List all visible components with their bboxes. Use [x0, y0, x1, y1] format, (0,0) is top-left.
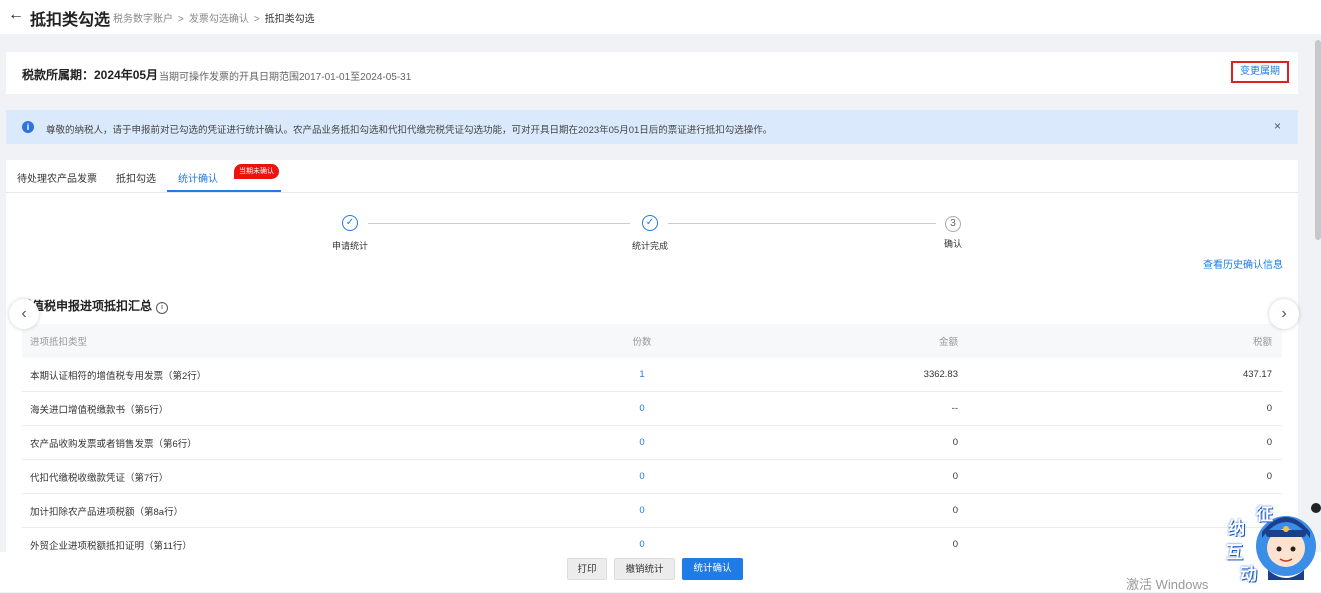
row-amount: 0	[952, 437, 958, 448]
row-tax: 0	[1266, 437, 1272, 448]
status-badge: 当期未确认	[234, 164, 279, 179]
table-row: 加计扣除农产品进项税额（第8a行） 0 0	[22, 494, 1282, 528]
tab-statistics-confirm[interactable]: 统计确认	[178, 170, 218, 185]
chevron-left-icon[interactable]: ‹	[9, 299, 39, 329]
row-type: 本期认证相符的增值税专用发票（第2行）	[30, 370, 207, 382]
step-3-label: 确认	[944, 239, 963, 249]
top-header: ← 抵扣类勾选 税务数字账户 > 发票勾选确认 > 抵扣类勾选	[0, 0, 1321, 34]
row-amount: 0	[952, 539, 958, 550]
chevron-right-icon[interactable]: ›	[1269, 299, 1299, 329]
page-scrollbar[interactable]	[1315, 40, 1321, 240]
row-type: 加计扣除农产品进项税额（第8a行）	[30, 506, 184, 518]
row-count-link[interactable]: 1	[582, 358, 702, 391]
page-title: 抵扣类勾选	[30, 12, 111, 29]
breadcrumb-item-tax-account[interactable]: 税务数字账户	[113, 14, 173, 25]
info-icon: i	[22, 121, 34, 133]
row-amount: 3362.83	[923, 369, 958, 380]
step-2-label: 统计完成	[632, 241, 669, 251]
row-amount: 0	[952, 505, 958, 516]
section-title: 增值税申报进项抵扣汇总 i	[20, 297, 169, 314]
tab-deduction-select[interactable]: 抵扣勾选	[116, 170, 156, 185]
row-count-link[interactable]: 0	[582, 392, 702, 425]
cancel-statistics-button[interactable]: 撤销统计	[614, 558, 675, 580]
breadcrumb: 税务数字账户 > 发票勾选确认 > 抵扣类勾选	[113, 10, 315, 25]
column-header-tax: 税额	[1252, 337, 1272, 348]
tax-period-panel: 税款所属期：2024年05月 当期可操作发票的开具日期范围2017-01-01至…	[6, 52, 1298, 94]
table-row: 海关进口增值税缴款书（第5行） 0 -- 0	[22, 392, 1282, 426]
table-row: 代扣代缴税收缴款凭证（第7行） 0 0 0	[22, 460, 1282, 494]
column-header-type: 进项抵扣类型	[30, 337, 88, 348]
step-1-label: 申请统计	[332, 241, 369, 251]
row-amount: 0	[952, 471, 958, 482]
row-type: 代扣代缴税收缴款凭证（第7行）	[30, 472, 169, 484]
table-row: 农产品收购发票或者销售发票（第6行） 0 0 0	[22, 426, 1282, 460]
row-count-link[interactable]: 0	[582, 460, 702, 493]
breadcrumb-separator: >	[178, 14, 184, 25]
row-count-link[interactable]: 0	[582, 494, 702, 527]
table-header: 进项抵扣类型 份数 金额 税额	[22, 324, 1282, 358]
row-tax: 0	[1266, 403, 1272, 414]
mascot-char: 征	[1256, 505, 1273, 524]
alert-text: 尊敬的纳税人，请于申报前对已勾选的凭证进行统计确认。农产品业务抵扣勾选和代扣代缴…	[46, 125, 773, 136]
step-1-check-icon: ✓	[342, 215, 358, 231]
active-tab-indicator	[167, 190, 281, 192]
invoice-date-range: 当期可操作发票的开具日期范围2017-01-01至2024-05-31	[159, 72, 412, 83]
tax-period-label: 税款所属期：2024年05月	[22, 68, 159, 82]
deduction-summary-table: 进项抵扣类型 份数 金额 税额 本期认证相符的增值税专用发票（第2行） 1 33…	[22, 324, 1282, 552]
print-button[interactable]: 打印	[567, 558, 607, 580]
row-type: 海关进口增值税缴款书（第5行）	[30, 404, 169, 416]
tab-pending-agri-invoices[interactable]: 待处理农产品发票	[17, 170, 97, 185]
row-count-link[interactable]: 0	[582, 426, 702, 459]
tax-interaction-mascot[interactable]: 征 纳 互 动	[1222, 500, 1318, 586]
close-icon[interactable]: ×	[1274, 119, 1281, 133]
row-tax: 437.17	[1242, 369, 1272, 380]
step-connector	[668, 223, 936, 224]
step-connector	[368, 223, 630, 224]
row-type: 外贸企业进项税额抵扣证明（第11行）	[30, 540, 192, 552]
confirm-statistics-button[interactable]: 统计确认	[682, 558, 743, 580]
tab-bar: 待处理农产品发票 抵扣勾选 统计确认 当期未确认	[6, 160, 1298, 193]
step-3-number: 3	[945, 216, 961, 232]
notice-alert: i 尊敬的纳税人，请于申报前对已勾选的凭证进行统计确认。农产品业务抵扣勾选和代扣…	[6, 110, 1298, 144]
table-row: 本期认证相符的增值税专用发票（第2行） 1 3362.83 437.17	[22, 358, 1282, 392]
view-history-link[interactable]: 查看历史确认信息	[1203, 256, 1283, 271]
step-2-check-icon: ✓	[642, 215, 658, 231]
action-bar: 打印 撤销统计 统计确认 激活 Windows	[0, 552, 1321, 592]
table-row: 外贸企业进项税额抵扣证明（第11行） 0 0	[22, 528, 1282, 552]
main-card: 待处理农产品发票 抵扣勾选 统计确认 当期未确认 ✓ ✓ 3 申请统计 统计完成…	[6, 160, 1298, 552]
row-amount: --	[951, 403, 958, 414]
breadcrumb-item-current: 抵扣类勾选	[264, 14, 315, 25]
mascot-char: 纳	[1228, 519, 1245, 538]
breadcrumb-separator: >	[253, 14, 260, 25]
row-tax: 0	[1266, 471, 1272, 482]
row-count-link[interactable]: 0	[582, 528, 702, 552]
section-title-text: 增值税申报进项抵扣汇总	[20, 299, 153, 313]
column-header-amount: 金额	[938, 337, 958, 348]
back-arrow-icon[interactable]: ←	[8, 6, 24, 24]
info-circle-icon[interactable]: i	[156, 302, 169, 314]
mascot-char: 动	[1240, 565, 1257, 584]
column-header-count: 份数	[632, 337, 652, 348]
change-period-button[interactable]: 变更属期	[1231, 61, 1289, 83]
windows-activation-watermark: 激活 Windows	[1126, 577, 1209, 592]
row-type: 农产品收购发票或者销售发票（第6行）	[30, 438, 197, 450]
breadcrumb-item-invoice-confirm[interactable]: 发票勾选确认	[189, 14, 249, 25]
